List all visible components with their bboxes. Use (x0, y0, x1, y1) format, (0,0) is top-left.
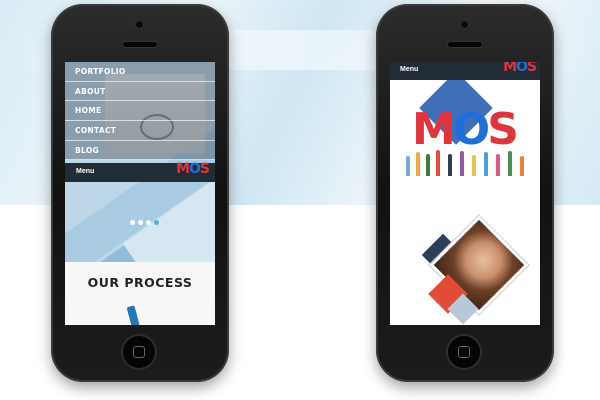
nav-item-contact[interactable]: CONTACT (65, 121, 215, 141)
logo-letter-o: O (189, 161, 201, 177)
pen-icon (126, 305, 140, 325)
slider-dot-active[interactable] (154, 220, 159, 225)
nav-item-portfolio[interactable]: PORTFOLIO (65, 62, 215, 82)
logo-letter-o: O (516, 62, 528, 75)
logo-letter-m: M (176, 161, 190, 177)
section-title: OUR PROCESS (87, 275, 193, 290)
slider-dot[interactable] (130, 220, 135, 225)
speaker-grille (123, 42, 157, 47)
menu-bar: Menu MOS (390, 62, 540, 80)
menu-toggle[interactable]: Menu (400, 66, 418, 73)
screen-left: PORTFOLIO ABOUT HOME CONTACT BLOG Menu M… (65, 62, 215, 325)
phone-right: Menu MOS MOS (376, 4, 554, 382)
menu-toggle[interactable]: Menu (76, 168, 94, 175)
screen-right: Menu MOS MOS (390, 62, 540, 325)
nav-menu: PORTFOLIO ABOUT HOME CONTACT BLOG (65, 62, 215, 161)
home-button[interactable] (123, 336, 155, 368)
home-button[interactable] (448, 336, 480, 368)
slider-dots (130, 212, 162, 230)
speaker-grille (448, 42, 482, 47)
phone-left: PORTFOLIO ABOUT HOME CONTACT BLOG Menu M… (51, 4, 229, 382)
logo-letter-s: S (526, 62, 537, 75)
logo-letter-m: M (503, 62, 517, 75)
hero-banner: MOS (390, 80, 540, 188)
nav-item-home[interactable]: HOME (65, 101, 215, 122)
logo-letter-s: S (199, 161, 210, 177)
brand-logo[interactable]: MOS (503, 62, 537, 75)
brand-logo[interactable]: MOS (176, 161, 210, 177)
camera-icon (136, 21, 143, 28)
slider-dot[interactable] (146, 220, 151, 225)
slider-dot[interactable] (138, 220, 143, 225)
process-section: OUR PROCESS (65, 262, 215, 325)
nav-item-about[interactable]: ABOUT (65, 81, 215, 102)
menu-bar: Menu MOS (65, 161, 215, 182)
nav-item-blog[interactable]: BLOG (65, 140, 215, 161)
team-illustration (404, 148, 528, 176)
camera-icon (461, 21, 468, 28)
